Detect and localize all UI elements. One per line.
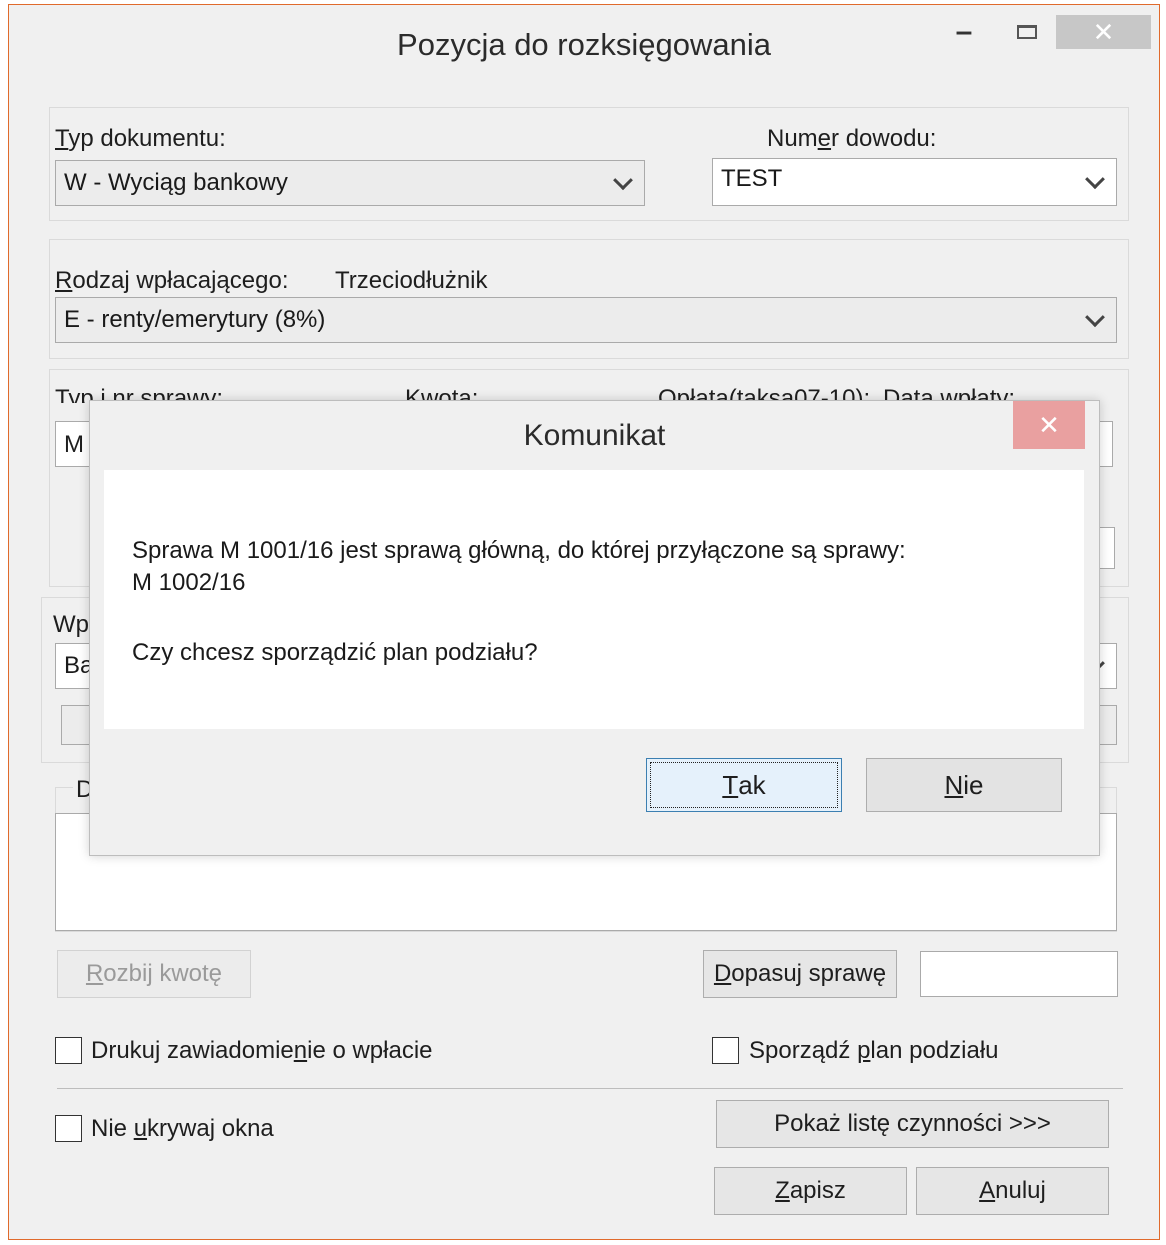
chevron-down-icon xyxy=(613,170,633,191)
division-plan-checkbox[interactable] xyxy=(712,1037,739,1064)
payer-type-select[interactable]: E - renty/emerytury (8%) xyxy=(55,297,1117,343)
print-notice-label: Drukuj zawiadomienie o wpłacie xyxy=(91,1037,433,1064)
dialog-message-line2: M 1002/16 xyxy=(132,569,246,596)
dialog-title: Komunikat xyxy=(523,419,666,452)
document-type-value: W - Wyciąg bankowy xyxy=(64,169,288,196)
payer-type-label: Rodzaj wpłacającego: xyxy=(55,267,289,294)
no-button[interactable]: Nie xyxy=(866,758,1062,812)
dialog-close-button[interactable]: ✕ xyxy=(1013,401,1085,449)
chevron-down-icon xyxy=(1085,307,1105,328)
payment-label: Wp xyxy=(53,611,89,638)
cancel-button[interactable]: Anuluj xyxy=(916,1167,1109,1215)
maximize-icon xyxy=(1017,25,1037,39)
maximize-button[interactable] xyxy=(1002,15,1052,49)
document-type-select[interactable]: W - Wyciąg bankowy xyxy=(55,160,645,206)
dialog-message-line1: Sprawa M 1001/16 jest sprawą główną, do … xyxy=(132,537,906,564)
show-activities-button[interactable]: Pokaż listę czynności >>> xyxy=(716,1100,1109,1148)
division-plan-label: Sporządź plan podziału xyxy=(749,1037,999,1064)
split-amount-button[interactable]: Rozbij kwotę xyxy=(57,950,251,998)
case-number-value: M xyxy=(64,431,84,458)
options-separator xyxy=(57,1088,1123,1089)
keep-window-label: Nie ukrywaj okna xyxy=(91,1115,274,1142)
save-button[interactable]: Zapisz xyxy=(714,1167,907,1215)
match-case-input[interactable] xyxy=(920,951,1118,997)
document-number-label: Numer dowodu: xyxy=(767,125,937,152)
document-number-select[interactable]: TEST xyxy=(712,158,1117,206)
message-dialog: Komunikat ✕ Sprawa M 1001/16 jest sprawą… xyxy=(89,400,1100,856)
minimize-button[interactable]: – xyxy=(939,15,989,49)
document-type-label: Typ dokumentu: xyxy=(55,125,226,152)
print-notice-checkbox[interactable] xyxy=(55,1037,82,1064)
chevron-down-icon xyxy=(1085,169,1105,190)
match-case-button[interactable]: Dopasuj sprawę xyxy=(703,950,897,998)
dialog-question: Czy chcesz sporządzić plan podziału? xyxy=(132,639,538,666)
dialog-body: Sprawa M 1001/16 jest sprawą główną, do … xyxy=(104,470,1084,729)
title-bar: Pozycja do rozksięgowania – ✕ xyxy=(9,5,1159,83)
keep-window-checkbox[interactable] xyxy=(55,1115,82,1142)
document-number-value: TEST xyxy=(721,165,783,192)
close-button[interactable]: ✕ xyxy=(1056,15,1151,49)
payer-type-value: E - renty/emerytury (8%) xyxy=(64,306,326,333)
payer-kind-label: Trzeciodłużnik xyxy=(335,267,488,294)
yes-button[interactable]: Tak xyxy=(646,758,842,812)
